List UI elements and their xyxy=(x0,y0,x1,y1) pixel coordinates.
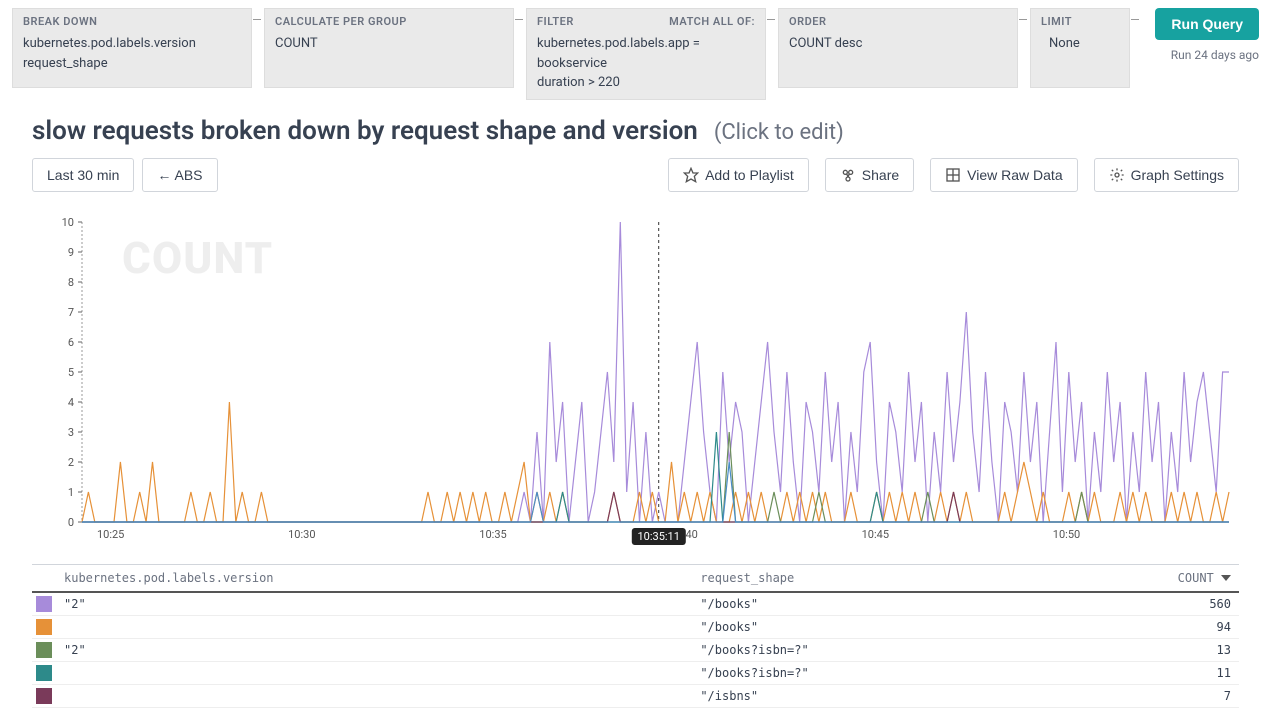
run-query-button[interactable]: Run Query xyxy=(1155,8,1259,40)
graph-settings-button[interactable]: Graph Settings xyxy=(1094,158,1239,192)
star-icon xyxy=(683,167,699,183)
table-row[interactable]: "2""/books"560 xyxy=(32,592,1239,616)
cursor-time-tooltip: 10:35:11 xyxy=(631,528,685,545)
cell-count: 7 xyxy=(1043,684,1239,707)
svg-text:4: 4 xyxy=(68,396,74,409)
filter-header: FILTER MATCH ALL OF: xyxy=(537,15,755,28)
abs-time-button[interactable]: ← ABS xyxy=(142,158,217,192)
svg-text:10: 10 xyxy=(62,216,74,229)
cell-version: "2" xyxy=(56,638,692,661)
limit-value: None xyxy=(1041,34,1119,54)
cell-request-shape: "/books?isbn=?" xyxy=(692,638,1043,661)
limit-header: LIMIT xyxy=(1041,15,1119,28)
row-swatch xyxy=(32,661,56,684)
filter-match-mode: MATCH ALL OF: xyxy=(669,15,755,28)
share-button[interactable]: Share xyxy=(825,158,914,192)
row-swatch xyxy=(32,638,56,661)
cell-version: "2" xyxy=(56,592,692,616)
query-block-breakdown[interactable]: BREAK DOWN kubernetes.pod.labels.version… xyxy=(12,8,252,88)
filter-line: duration > 220 xyxy=(537,73,755,93)
svg-text:0: 0 xyxy=(68,516,74,529)
query-actions: Run Query Run 24 days ago xyxy=(1155,8,1259,62)
settings-label: Graph Settings xyxy=(1131,167,1224,183)
query-block-order[interactable]: ORDER COUNT desc xyxy=(778,8,1018,88)
filter-header-label: FILTER xyxy=(537,15,574,28)
query-block-filter[interactable]: FILTER MATCH ALL OF: kubernetes.pod.labe… xyxy=(526,8,766,100)
share-icon xyxy=(840,167,856,183)
table-row[interactable]: "/isbns"7 xyxy=(32,684,1239,707)
svg-text:6: 6 xyxy=(68,336,74,349)
breakdown-line: request_shape xyxy=(23,54,241,74)
breakdown-line: kubernetes.pod.labels.version xyxy=(23,34,241,54)
cell-request-shape: "/books?isbn=?" xyxy=(692,661,1043,684)
cell-count: 94 xyxy=(1043,615,1239,638)
svg-text:1: 1 xyxy=(68,486,74,499)
share-label: Share xyxy=(862,167,899,183)
chart-container[interactable]: COUNT 01234567891010:2510:3010:3510:4010… xyxy=(32,212,1239,552)
order-line: COUNT desc xyxy=(789,34,1007,54)
row-swatch xyxy=(32,684,56,707)
add-to-playlist-button[interactable]: Add to Playlist xyxy=(668,158,809,192)
svg-text:9: 9 xyxy=(68,246,74,259)
run-timestamp: Run 24 days ago xyxy=(1155,48,1259,62)
time-range-picker[interactable]: Last 30 min xyxy=(32,158,134,192)
table-row[interactable]: "2""/books?isbn=?"13 xyxy=(32,638,1239,661)
calculate-header: CALCULATE PER GROUP xyxy=(275,15,503,28)
calculate-line: COUNT xyxy=(275,34,503,54)
controls-row: Last 30 min ← ABS Add to Playlist Share … xyxy=(0,154,1271,204)
svg-text:10:25: 10:25 xyxy=(97,528,124,541)
cell-count: 13 xyxy=(1043,638,1239,661)
gear-icon xyxy=(1109,167,1125,183)
results-table-wrap: kubernetes.pod.labels.version request_sh… xyxy=(32,564,1239,708)
chart-svg[interactable]: 01234567891010:2510:3010:3510:4010:4510:… xyxy=(32,212,1239,552)
swatch-header xyxy=(32,565,56,592)
query-builder-bar: BREAK DOWN kubernetes.pod.labels.version… xyxy=(0,0,1271,100)
col-count[interactable]: COUNT xyxy=(1043,565,1239,592)
table-row[interactable]: "/books?isbn=?"11 xyxy=(32,661,1239,684)
svg-text:10:45: 10:45 xyxy=(862,528,889,541)
svg-text:5: 5 xyxy=(68,366,74,379)
svg-text:8: 8 xyxy=(68,276,74,289)
svg-text:10:35: 10:35 xyxy=(479,528,506,541)
sort-desc-icon xyxy=(1221,572,1231,582)
svg-text:7: 7 xyxy=(68,306,74,319)
svg-text:2: 2 xyxy=(68,456,74,469)
time-range-label: Last 30 min xyxy=(47,167,119,183)
page-title[interactable]: slow requests broken down by request sha… xyxy=(32,116,698,146)
cell-version xyxy=(56,615,692,638)
query-block-calculate[interactable]: CALCULATE PER GROUP COUNT xyxy=(264,8,514,88)
cell-request-shape: "/isbns" xyxy=(692,684,1043,707)
col-request-shape[interactable]: request_shape xyxy=(692,565,1043,592)
cell-version xyxy=(56,661,692,684)
svg-text:3: 3 xyxy=(68,426,74,439)
row-swatch xyxy=(32,592,56,616)
results-table: kubernetes.pod.labels.version request_sh… xyxy=(32,565,1239,708)
raw-data-label: View Raw Data xyxy=(967,167,1062,183)
breakdown-header: BREAK DOWN xyxy=(23,15,241,28)
view-raw-data-button[interactable]: View Raw Data xyxy=(930,158,1077,192)
table-icon xyxy=(945,167,961,183)
cell-request-shape: "/books" xyxy=(692,592,1043,616)
svg-text:10:30: 10:30 xyxy=(288,528,315,541)
row-swatch xyxy=(32,615,56,638)
title-row: slow requests broken down by request sha… xyxy=(0,100,1271,154)
table-row[interactable]: "/books"94 xyxy=(32,615,1239,638)
query-block-limit[interactable]: LIMIT None xyxy=(1030,8,1130,88)
cell-count: 11 xyxy=(1043,661,1239,684)
col-version[interactable]: kubernetes.pod.labels.version xyxy=(56,565,692,592)
cell-count: 560 xyxy=(1043,592,1239,616)
count-header-label: COUNT xyxy=(1178,571,1214,585)
filter-line: kubernetes.pod.labels.app = bookservice xyxy=(537,34,755,73)
cell-version xyxy=(56,684,692,707)
playlist-label: Add to Playlist xyxy=(705,167,794,183)
cell-request-shape: "/books" xyxy=(692,615,1043,638)
title-edit-hint: (Click to edit) xyxy=(714,120,844,145)
order-header: ORDER xyxy=(789,15,1007,28)
svg-text:10:50: 10:50 xyxy=(1053,528,1080,541)
abs-label: ← ABS xyxy=(157,167,202,183)
